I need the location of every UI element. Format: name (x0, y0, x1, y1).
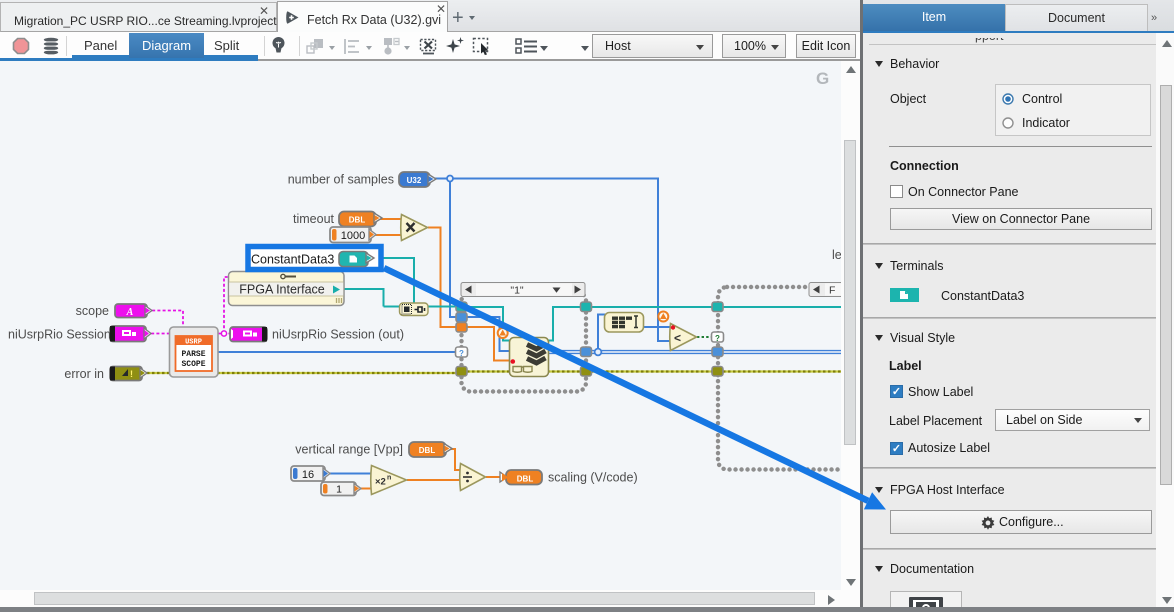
svg-text:SCOPE: SCOPE (181, 360, 205, 369)
svg-text:×2: ×2 (375, 477, 386, 488)
svg-text:DBL: DBL (517, 475, 534, 484)
svg-text:niUsrpRio Session: niUsrpRio Session (8, 328, 111, 342)
svg-text:?: ? (459, 349, 464, 358)
svg-text:<: < (674, 331, 681, 345)
svg-text:G: G (816, 69, 829, 88)
svg-text:1: 1 (336, 484, 342, 496)
svg-text:DBL: DBL (349, 216, 366, 225)
svg-text:A: A (126, 307, 134, 318)
svg-text:scaling (V/code): scaling (V/code) (548, 471, 638, 485)
svg-text:le: le (832, 248, 841, 262)
svg-text:USRP: USRP (185, 339, 202, 347)
svg-text:FPGA Interface: FPGA Interface (239, 283, 325, 297)
svg-text:ConstantData3: ConstantData3 (251, 253, 334, 267)
svg-text:vertical range [Vpp]: vertical range [Vpp] (295, 443, 403, 457)
svg-text:error in: error in (64, 367, 104, 381)
svg-text:1000: 1000 (341, 230, 365, 242)
svg-text:timeout: timeout (293, 212, 335, 226)
svg-text:scope: scope (76, 304, 109, 318)
svg-text:number of samples: number of samples (288, 173, 394, 187)
svg-text:DBL: DBL (419, 446, 436, 455)
svg-text:!: ! (130, 369, 133, 379)
svg-text:PARSE: PARSE (181, 350, 205, 359)
svg-text:"1": "1" (510, 285, 524, 297)
svg-text:niUsrpRio Session (out): niUsrpRio Session (out) (272, 328, 404, 342)
svg-text:16: 16 (302, 469, 314, 481)
svg-text:F: F (829, 285, 835, 297)
svg-text:?: ? (715, 334, 720, 343)
svg-text:n: n (387, 475, 391, 482)
svg-text:U32: U32 (407, 176, 422, 185)
